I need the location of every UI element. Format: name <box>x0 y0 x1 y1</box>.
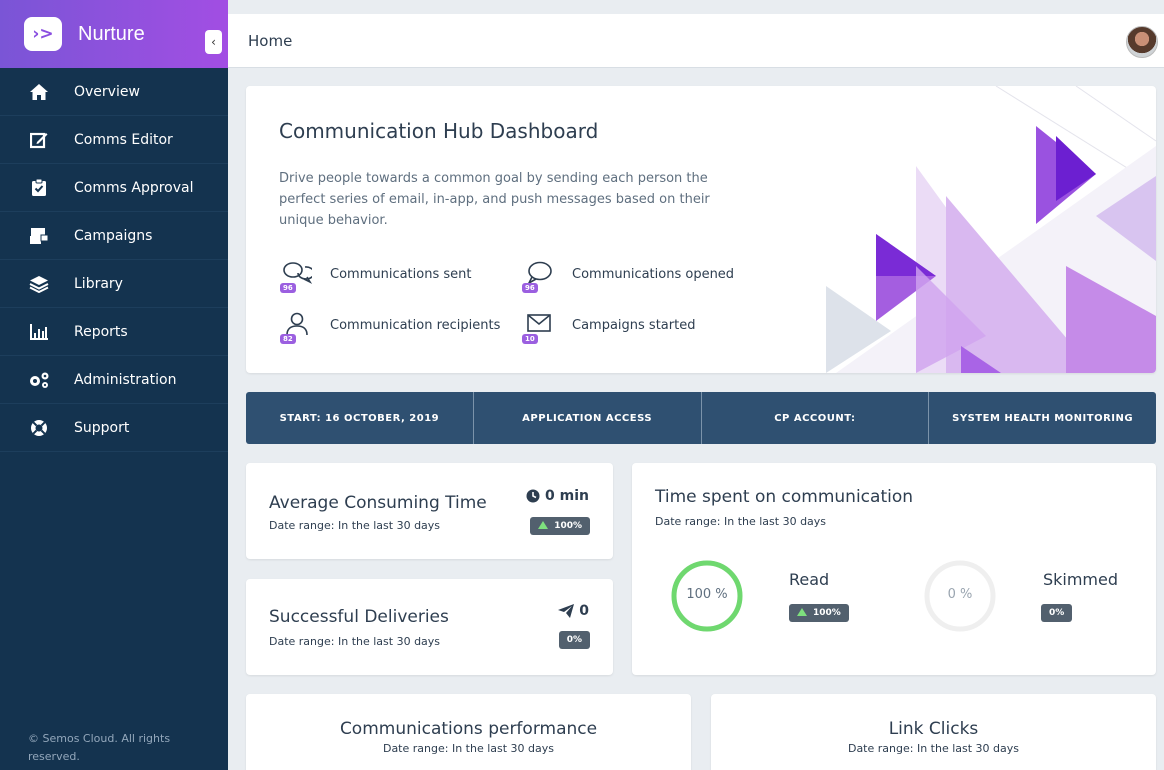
dashboard-hero-card: Communication Hub Dashboard Drive people… <box>246 86 1156 373</box>
top-bar: Home <box>228 14 1164 68</box>
paper-plane-icon <box>558 604 575 618</box>
account-info-bar: START: 16 OCTOBER, 2019 APPLICATION ACCE… <box>246 392 1156 444</box>
time-spent-card: Time spent on communication Date range: … <box>632 463 1156 675</box>
sidebar-item-administration[interactable]: Administration <box>0 356 228 404</box>
cp-account-cell: CP ACCOUNT: <box>702 392 930 444</box>
sidebar-item-label: Library <box>74 275 123 292</box>
nurture-logo-icon[interactable]: ›> <box>24 17 62 51</box>
sidebar-nav: Overview Comms Editor Comms Approval Cam… <box>0 68 228 452</box>
campaigns-icon <box>28 225 50 247</box>
link-clicks-card: Link Clicks Date range: In the last 30 d… <box>711 694 1156 770</box>
page-title: Home <box>248 31 293 50</box>
clock-icon <box>526 489 540 503</box>
successful-deliveries-card: Successful Deliveries Date range: In the… <box>246 579 613 675</box>
stat-label: Communications opened <box>572 266 735 282</box>
lifebuoy-icon <box>28 417 50 439</box>
card-title: Time spent on communication <box>655 487 914 507</box>
card-subtitle: Date range: In the last 30 days <box>269 519 441 532</box>
avg-time-value-text: 0 min <box>545 488 589 504</box>
gears-icon <box>28 369 50 391</box>
card-title: Link Clicks <box>888 719 979 739</box>
up-triangle-icon <box>538 521 549 529</box>
sidebar-item-comms-editor[interactable]: Comms Editor <box>0 116 228 164</box>
skimmed-percent: 0 % <box>947 587 973 602</box>
card-subtitle: Date range: In the last 30 days <box>847 742 1020 755</box>
chat-bubbles-icon: 96 <box>280 261 315 293</box>
sidebar-item-label: Comms Editor <box>74 131 173 148</box>
sidebar-item-reports[interactable]: Reports <box>0 308 228 356</box>
user-avatar[interactable] <box>1126 26 1158 58</box>
sidebar-item-label: Reports <box>74 323 128 340</box>
system-health-cell[interactable]: SYSTEM HEALTH MONITORING <box>929 392 1156 444</box>
read-label: Read <box>789 570 830 589</box>
bar-chart-icon <box>28 321 50 343</box>
collapse-sidebar-button[interactable]: ‹ <box>205 30 222 54</box>
card-subtitle: Date range: In the last 30 days <box>269 635 441 648</box>
hero-title: Communication Hub Dashboard <box>279 119 599 143</box>
card-title: Communications performance <box>339 719 598 739</box>
up-triangle-icon <box>797 608 807 616</box>
sidebar-item-label: Administration <box>74 371 177 388</box>
communications-performance-card: Communications performance Date range: I… <box>246 694 691 770</box>
sidebar-item-overview[interactable]: Overview <box>0 68 228 116</box>
sidebar-item-comms-approval[interactable]: Comms Approval <box>0 164 228 212</box>
sidebar-item-support[interactable]: Support <box>0 404 228 452</box>
card-subtitle: Date range: In the last 30 days <box>382 742 555 755</box>
sidebar-item-label: Support <box>74 419 130 436</box>
copyright-footer: © Semos Cloud. All rights reserved. <box>28 732 171 763</box>
user-icon: 82 <box>280 312 312 344</box>
deliveries-value-text: 0 <box>579 603 589 619</box>
start-date-cell: START: 16 OCTOBER, 2019 <box>246 392 474 444</box>
chat-bubble-icon: 96 <box>522 261 554 293</box>
change-value: 100% <box>813 608 841 618</box>
envelope-icon: 10 <box>522 312 554 344</box>
skimmed-label: Skimmed <box>1042 570 1118 589</box>
sidebar: ›> Nurture ‹ Overview Comms Editor Comms… <box>0 0 228 770</box>
sidebar-item-campaigns[interactable]: Campaigns <box>0 212 228 260</box>
deliveries-value: 0 <box>558 603 589 619</box>
top-strip <box>228 0 1164 14</box>
stat-communication-recipients[interactable]: 82 Communication recipients <box>280 312 501 344</box>
layers-icon <box>28 273 50 295</box>
card-title: Successful Deliveries <box>269 607 449 627</box>
sidebar-item-label: Campaigns <box>74 227 153 244</box>
edit-icon <box>28 129 50 151</box>
skimmed-change-badge: 0% <box>1041 600 1073 622</box>
card-title: Average Consuming Time <box>269 493 487 513</box>
stat-label: Campaigns started <box>572 317 696 333</box>
avg-time-change-badge: 100% <box>530 513 590 535</box>
change-value: 100% <box>554 521 582 531</box>
stat-campaigns-started[interactable]: 10 Campaigns started <box>522 312 696 344</box>
read-percent: 100 % <box>686 587 728 602</box>
stat-badge: 96 <box>522 283 538 293</box>
read-change-badge: 100% <box>789 600 849 622</box>
stat-badge: 10 <box>522 334 538 344</box>
home-icon <box>28 81 50 103</box>
sidebar-item-label: Overview <box>74 83 140 100</box>
hero-triangles-illustration <box>826 86 1156 373</box>
app-name: Nurture <box>78 22 145 45</box>
stat-communications-opened[interactable]: 96 Communications opened <box>522 261 735 293</box>
stat-label: Communication recipients <box>330 317 501 333</box>
stat-communications-sent[interactable]: 96 Communications sent <box>280 261 472 293</box>
application-access-cell[interactable]: APPLICATION ACCESS <box>474 392 702 444</box>
sidebar-item-library[interactable]: Library <box>0 260 228 308</box>
stat-badge: 82 <box>280 334 296 344</box>
brand-header: ›> Nurture ‹ <box>0 0 228 68</box>
stat-label: Communications sent <box>330 266 472 282</box>
clipboard-check-icon <box>28 177 50 199</box>
avg-time-value: 0 min <box>526 488 589 504</box>
average-consuming-time-card: Average Consuming Time Date range: In th… <box>246 463 613 559</box>
hero-description: Drive people towards a common goal by se… <box>279 171 710 228</box>
sidebar-item-label: Comms Approval <box>74 179 194 196</box>
card-subtitle: Date range: In the last 30 days <box>655 515 827 528</box>
deliveries-change-badge: 0% <box>558 627 590 649</box>
stat-badge: 96 <box>280 283 296 293</box>
